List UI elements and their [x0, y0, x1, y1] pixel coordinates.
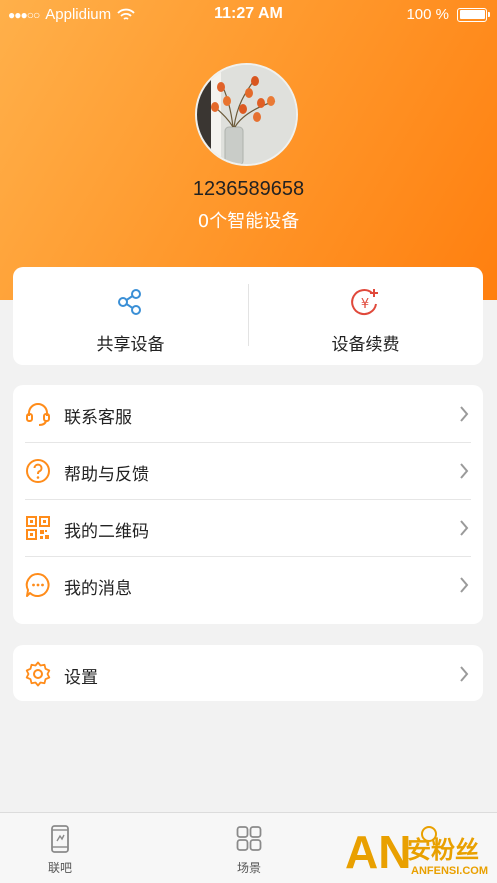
grid-icon: [236, 826, 262, 851]
svg-text:AN: AN: [345, 826, 411, 878]
chevron-right-icon: [460, 577, 469, 593]
tab-scenes[interactable]: 场景: [189, 813, 309, 883]
svg-text:¥: ¥: [361, 297, 369, 312]
yuan-recharge-icon: ¥: [351, 289, 378, 316]
chevron-right-icon: [460, 406, 469, 422]
status-right: 100 %: [406, 6, 490, 23]
tab-lianba[interactable]: 联吧: [0, 813, 120, 883]
menu-item-help-feedback[interactable]: 帮助与反馈: [13, 442, 483, 499]
device-count: 0个智能设备: [197, 211, 300, 232]
menu-item-label: 帮助与反馈: [64, 465, 149, 485]
tab-label: 场景: [236, 861, 261, 875]
menu-item-customer-service[interactable]: 联系客服: [13, 385, 483, 442]
chevron-right-icon: [460, 463, 469, 479]
menu-item-label: 联系客服: [64, 408, 132, 428]
share-icon: [118, 289, 141, 315]
menu-item-settings[interactable]: 设置: [13, 645, 483, 702]
menu-item-qr-code[interactable]: 我的二维码: [13, 499, 483, 556]
menu-item-label: 我的二维码: [64, 522, 149, 542]
battery-label: 100 %: [406, 6, 449, 23]
chevron-right-icon: [460, 520, 469, 536]
menu-card: 联系客服 帮助与反馈 我的二维码 我的消息: [13, 385, 483, 624]
watermark-subtext: ANFENSI.COM: [411, 865, 488, 877]
menu-item-label: 设置: [64, 668, 98, 688]
battery-icon: [457, 7, 490, 22]
chevron-right-icon: [460, 666, 469, 682]
menu-item-label: 我的消息: [64, 579, 132, 599]
device-renewal-button[interactable]: ¥ 设备续费: [248, 267, 483, 365]
share-device-button[interactable]: 共享设备: [13, 267, 248, 365]
device-renewal-label: 设备续费: [331, 335, 400, 355]
phone-icon: [51, 825, 69, 853]
quick-actions-card: 共享设备 ¥ 设备续费: [13, 267, 483, 365]
phone-number: 1236589658: [192, 178, 305, 200]
status-bar: ●●●○○ Applidium 11:27 AM 100 %: [0, 0, 497, 30]
settings-card: 设置: [13, 645, 483, 701]
battery-fill: [459, 10, 485, 19]
help-icon: [26, 459, 50, 483]
share-device-label: 共享设备: [96, 335, 165, 355]
tab-label: 联吧: [47, 861, 72, 875]
headset-icon: [26, 403, 50, 426]
qr-code-icon: [26, 516, 50, 540]
watermark-logo: AN 安粉丝 ANFENSI.COM: [345, 826, 488, 878]
watermark-text: 安粉丝: [407, 836, 479, 864]
avatar[interactable]: [195, 63, 298, 166]
gear-icon: [25, 661, 51, 687]
avatar-image: [197, 65, 296, 164]
message-icon: [25, 572, 50, 597]
menu-item-messages[interactable]: 我的消息: [13, 556, 483, 613]
